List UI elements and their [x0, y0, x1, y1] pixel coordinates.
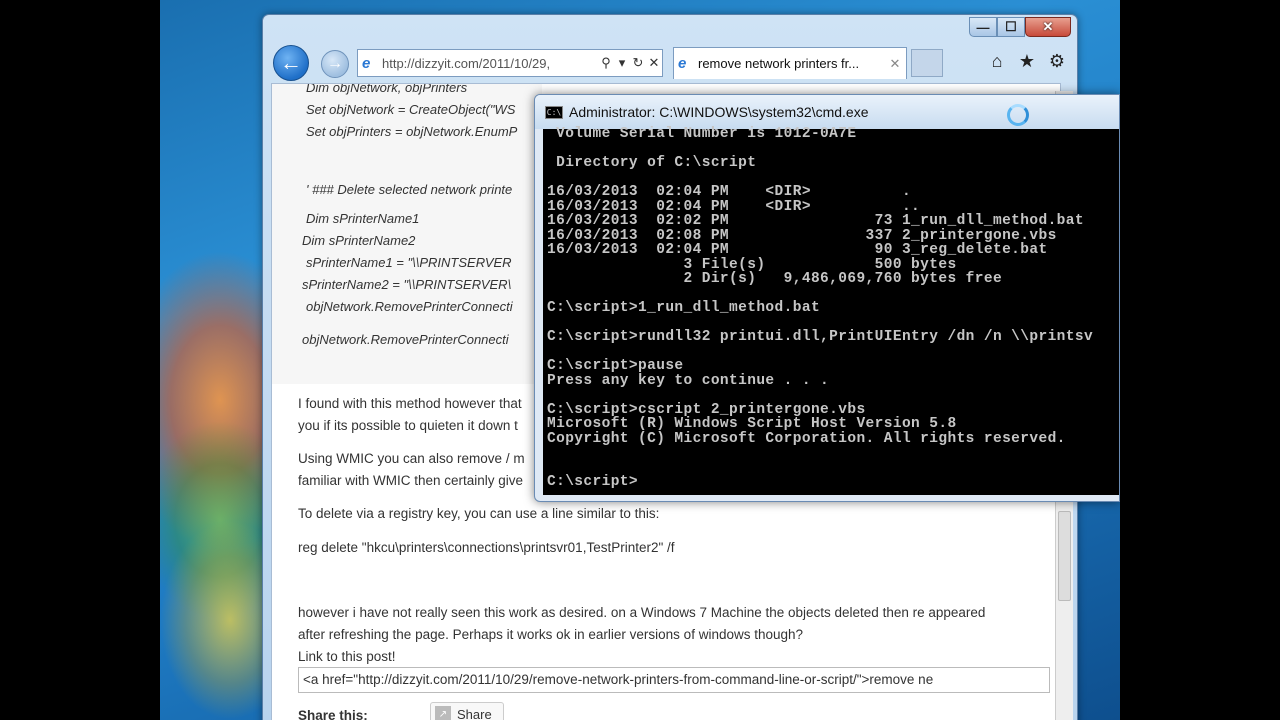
cmd-console[interactable]: Volume Serial Number is 1012-0A7E Direct… — [543, 126, 1119, 495]
cmd-title: Administrator: C:\WINDOWS\system32\cmd.e… — [569, 104, 869, 120]
gear-icon[interactable]: ⚙ — [1047, 51, 1067, 72]
back-arrow-icon: ← — [280, 50, 302, 75]
paragraph-line: I found with this method however that — [298, 396, 522, 411]
registry-command: reg delete "hkcu\printers\connections\pr… — [298, 540, 675, 555]
code-line: Dim sPrinterName1 — [306, 211, 420, 226]
console-line: 2 Dir(s) 9,486,069,760 bytes free — [547, 271, 1003, 287]
stop-icon[interactable]: ✕ — [646, 55, 662, 71]
console-line: Directory of C:\script — [547, 155, 757, 171]
tab-active[interactable]: e remove network printers fr... ✕ — [673, 47, 907, 79]
ie-page-icon: e — [362, 54, 371, 72]
tab-close-icon[interactable]: ✕ — [884, 56, 906, 72]
paragraph-line: you if its possible to quieten it down t — [298, 418, 518, 433]
code-line: Set objNetwork = CreateObject("WS — [306, 102, 516, 117]
registry-intro: To delete via a registry key, you can us… — [298, 506, 660, 521]
console-line: Press any key to continue . . . — [547, 372, 830, 389]
code-block: Dim objNetwork, objPrinters Set objNetwo… — [272, 84, 542, 384]
new-tab-button[interactable] — [911, 49, 943, 77]
console-line: C:\script>rundll32 printui.dll,PrintUIEn… — [547, 329, 1094, 345]
code-line: objNetwork.RemovePrinterConnecti — [306, 299, 513, 314]
cmd-icon: C:\ — [545, 105, 563, 119]
letterbox-left — [0, 0, 160, 720]
tab-title: remove network printers fr... — [698, 56, 860, 71]
paragraph-line: after refreshing the page. Perhaps it wo… — [298, 627, 804, 642]
link-embed-textbox[interactable]: <a href="http://dizzyit.com/2011/10/29/r… — [298, 667, 1050, 693]
ie-navigation-bar: ← → e http://dizzyit.com/2011/10/29, ⚲ ▾… — [263, 45, 1077, 81]
code-line: ' ### Delete selected network printe — [306, 182, 513, 197]
minimize-button[interactable]: — — [969, 17, 997, 37]
link-label: Link to this post! — [298, 649, 396, 664]
code-line: sPrinterName2 = "\\PRINTSERVER\ — [302, 277, 512, 292]
paragraph-line: Using WMIC you can also remove / m — [298, 451, 525, 466]
paragraph-line: however i have not really seen this work… — [298, 605, 986, 620]
forward-button[interactable]: → — [321, 50, 349, 78]
back-button[interactable]: ← — [273, 45, 309, 81]
favorites-star-icon[interactable]: ★ — [1017, 51, 1037, 72]
cmd-title-bar[interactable]: C:\ Administrator: C:\WINDOWS\system32\c… — [535, 95, 1119, 129]
search-icon[interactable]: ⚲ — [598, 55, 614, 71]
ie-toolbar-icons: ⌂ ★ ⚙ — [987, 51, 1067, 72]
ie-tab-icon: e — [678, 55, 687, 72]
home-icon[interactable]: ⌂ — [987, 51, 1007, 72]
console-line: Volume Serial Number is 1012-0A7E — [547, 126, 857, 142]
cmd-window: C:\ Administrator: C:\WINDOWS\system32\c… — [534, 94, 1120, 502]
paragraph-line: familiar with WMIC then certainly give — [298, 473, 524, 488]
code-line: objNetwork.RemovePrinterConnecti — [302, 332, 509, 347]
code-line: Set objPrinters = objNetwork.EnumP — [306, 124, 518, 139]
share-icon: ↗ — [435, 706, 451, 720]
code-line: sPrinterName1 = "\\PRINTSERVER — [306, 255, 512, 270]
code-line: Dim objNetwork, objPrinters — [306, 83, 468, 95]
share-button[interactable]: ↗ Share — [430, 702, 504, 720]
refresh-icon[interactable]: ↻ — [630, 55, 646, 71]
share-button-label: Share — [457, 706, 492, 720]
dropdown-arrow-icon[interactable]: ▾ — [614, 55, 630, 71]
console-line: Copyright (C) Microsoft Corporation. All… — [547, 430, 1066, 447]
maximize-button[interactable]: ☐ — [997, 17, 1025, 37]
busy-spinner-icon — [1007, 104, 1029, 126]
code-line: Dim sPrinterName2 — [302, 233, 416, 248]
ie-caption-buttons: — ☐ ✕ — [969, 17, 1071, 37]
scrollbar-thumb[interactable] — [1058, 511, 1071, 601]
forward-arrow-icon: → — [327, 55, 343, 72]
address-url[interactable]: http://dizzyit.com/2011/10/29, — [382, 56, 598, 71]
address-bar[interactable]: e http://dizzyit.com/2011/10/29, ⚲ ▾ ↻ ✕ — [357, 49, 663, 77]
console-line: C:\script>1_run_dll_method.bat — [547, 300, 821, 316]
letterbox-right — [1120, 0, 1280, 720]
console-prompt: C:\script> — [547, 474, 639, 490]
close-button[interactable]: ✕ — [1025, 17, 1071, 37]
share-title: Share this: — [298, 708, 368, 720]
